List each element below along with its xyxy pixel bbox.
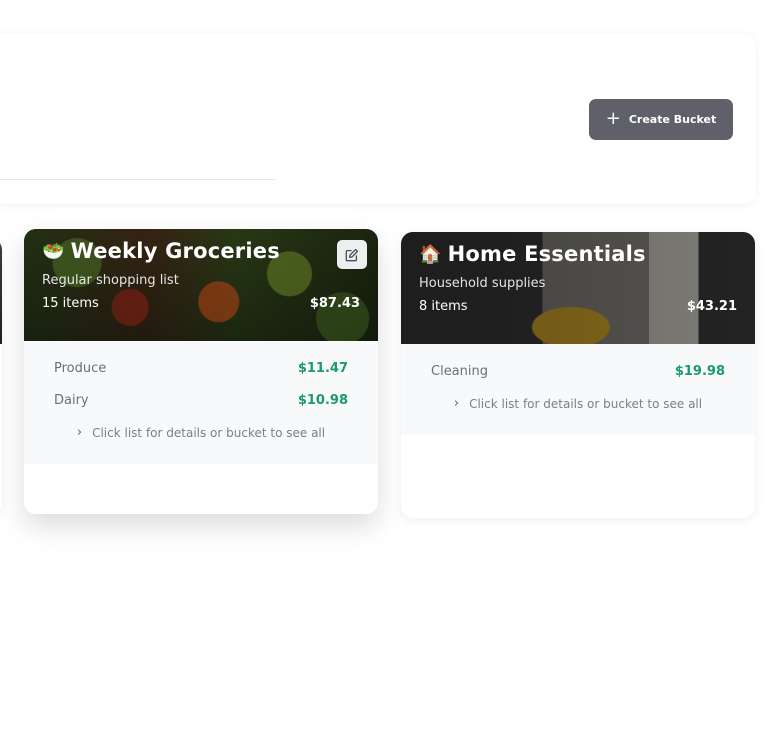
- bucket-title: 🥗 Weekly Groceries: [42, 239, 360, 263]
- bucket-title-text: Home Essentials: [447, 242, 646, 266]
- bucket-total: $87.43: [309, 296, 360, 311]
- header-divider: [0, 179, 276, 180]
- see-all-hint[interactable]: › Click list for details or bucket to se…: [431, 396, 725, 415]
- see-all-hint-text: Click list for details or bucket to see …: [92, 425, 326, 440]
- bucket-title: 🏠 Home Essentials: [419, 242, 737, 266]
- create-bucket-button[interactable]: + Create Bucket: [589, 99, 733, 140]
- chevron-right-icon: ›: [76, 425, 83, 440]
- bucket-summary-row: 15 items $87.43: [42, 296, 360, 311]
- salad-icon: 🥗: [42, 240, 65, 262]
- plus-icon: +: [605, 108, 621, 129]
- list-item-label: Cleaning: [431, 364, 488, 379]
- edit-icon: [345, 248, 359, 261]
- bucket-title-text: Weekly Groceries: [70, 239, 280, 263]
- see-all-hint[interactable]: › Click list for details or bucket to se…: [54, 425, 348, 444]
- bucket-lists: Cleaning $19.98 › Click list for details…: [401, 344, 755, 435]
- see-all-hint-text: Click list for details or bucket to see …: [469, 396, 703, 411]
- bucket-banner[interactable]: 🥗 Weekly Groceries Regular shopping list…: [24, 229, 378, 341]
- bucket-banner[interactable]: 🏠 Home Essentials Household supplies 8 i…: [401, 232, 755, 344]
- list-item[interactable]: Produce $11.47: [54, 361, 348, 376]
- list-item[interactable]: Cleaning $19.98: [431, 364, 725, 379]
- list-item-label: Dairy: [54, 393, 89, 408]
- edit-bucket-button[interactable]: [337, 240, 367, 269]
- bucket-item-count: 8 items: [419, 299, 468, 314]
- list-item-label: Produce: [54, 361, 107, 376]
- list-item-amount: $19.98: [674, 364, 725, 379]
- list-item[interactable]: Dairy $10.98: [54, 393, 348, 408]
- bucket-card-home-essentials[interactable]: 🏠 Home Essentials Household supplies 8 i…: [401, 232, 755, 518]
- bucket-banner-image: [0, 238, 2, 344]
- house-icon: 🏠: [419, 243, 442, 265]
- bucket-subtitle: Household supplies: [419, 276, 546, 291]
- list-item-amount: $10.98: [297, 393, 348, 408]
- list-item-amount: $11.47: [297, 361, 348, 376]
- bucket-lists: Produce $11.47 Dairy $10.98 › Click list…: [24, 341, 378, 464]
- bucket-subtitle: Regular shopping list: [42, 273, 179, 288]
- bucket-card-partial[interactable]: [0, 238, 2, 516]
- bucket-summary-row: 8 items $43.21: [419, 299, 737, 314]
- bucket-total: $43.21: [686, 299, 737, 314]
- bucket-card-weekly-groceries[interactable]: 🥗 Weekly Groceries Regular shopping list…: [24, 229, 378, 514]
- create-bucket-label: Create Bucket: [628, 113, 717, 126]
- bucket-item-count: 15 items: [42, 296, 99, 311]
- chevron-right-icon: ›: [453, 396, 460, 411]
